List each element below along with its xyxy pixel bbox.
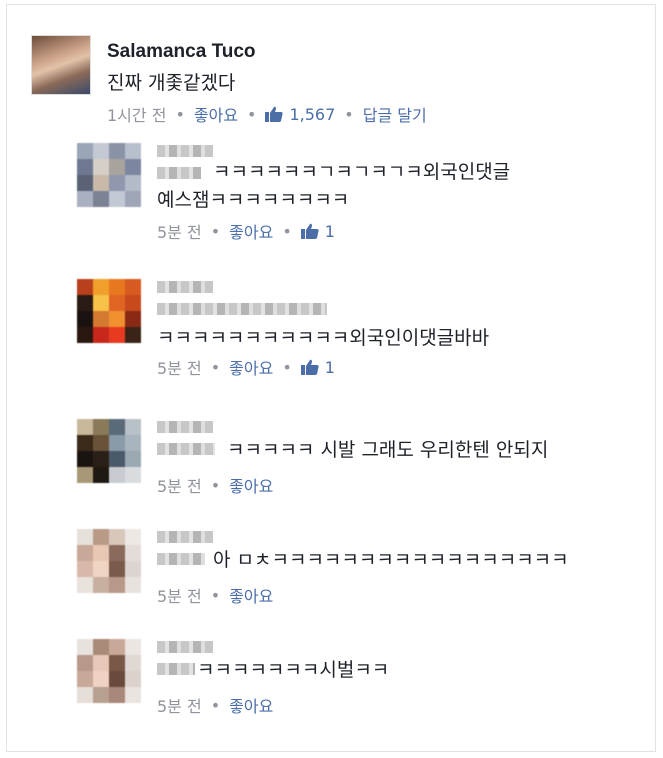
avatar[interactable] [31,35,91,95]
comment-thread: Salamanca Tuco 진짜 개좇같겠다 1시간 전 • 좋아요 • 1,… [6,4,656,752]
like-count[interactable]: 1,567 [289,105,335,124]
timestamp[interactable]: 5분 전 [157,355,202,379]
like-button[interactable]: 좋아요 [194,102,238,126]
reply-button[interactable]: 답글 달기 [363,102,427,126]
comment-text: 진짜 개좇같겠다 [107,72,236,94]
timestamp[interactable]: 5분 전 [157,219,202,243]
comment-text: ㅋㅋㅋㅋㅋ 시발 그래도 우리한텐 안되지 [227,439,549,461]
thumbs-up-icon[interactable] [300,223,319,239]
timestamp[interactable]: 5분 전 [157,693,202,717]
separator-dot: • [344,104,354,124]
avatar[interactable] [77,529,141,593]
comment-meta: 1시간 전 • 좋아요 • 1,567 • 답글 달기 [107,102,427,126]
like-button[interactable]: 좋아요 [229,693,273,717]
like-count[interactable]: 1 [325,358,335,377]
author-name[interactable]: Salamanca Tuco [107,41,256,63]
comment-meta: 5분 전 • 좋아요 • 1 [157,355,335,379]
timestamp[interactable]: 1시간 전 [107,102,166,126]
comment-meta: 5분 전 • 좋아요 [157,473,273,497]
separator-dot: • [210,585,221,605]
like-button[interactable]: 좋아요 [229,473,273,497]
separator-dot: • [210,357,221,377]
comment-text: ㅋㅋㅋㅋㅋㅋㅋㅋㅋㅋㅋ외국인이댓글바바 [157,327,490,349]
timestamp[interactable]: 5분 전 [157,583,202,607]
avatar[interactable] [77,143,141,207]
comment-meta: 5분 전 • 좋아요 • 1 [157,219,335,243]
thumbs-up-icon[interactable] [265,106,284,122]
like-button[interactable]: 좋아요 [229,219,273,243]
thumbs-up-icon[interactable] [300,359,319,375]
comment-text: 아 ㅁㅊㅋㅋㅋㅋㅋㅋㅋㅋㅋㅋㅋㅋㅋㅋㅋㅋㅋ [213,549,569,571]
like-button[interactable]: 좋아요 [229,583,273,607]
separator-dot: • [210,221,221,241]
comment-text: 예스잼ㅋㅋㅋㅋㅋㅋㅋㅋ [157,189,350,211]
timestamp[interactable]: 5분 전 [157,473,202,497]
avatar[interactable] [77,279,141,343]
separator-dot: • [175,104,185,124]
separator-dot: • [282,357,292,377]
avatar[interactable] [77,639,141,703]
avatar[interactable] [77,419,141,483]
like-count[interactable]: 1 [325,222,335,241]
comment-text: ㅋㅋㅋㅋㅋㅋㄱㅋㄱㅋㄱㅋ외국인댓글 [213,161,511,183]
comment-text: ㅋㅋㅋㅋㅋㅋㅋ시벌ㅋㅋ [197,659,390,681]
like-button[interactable]: 좋아요 [229,355,273,379]
separator-dot: • [282,221,292,241]
separator-dot: • [210,695,221,715]
comment-meta: 5분 전 • 좋아요 [157,693,273,717]
separator-dot: • [210,475,221,495]
separator-dot: • [247,104,257,124]
comment-meta: 5분 전 • 좋아요 [157,583,273,607]
